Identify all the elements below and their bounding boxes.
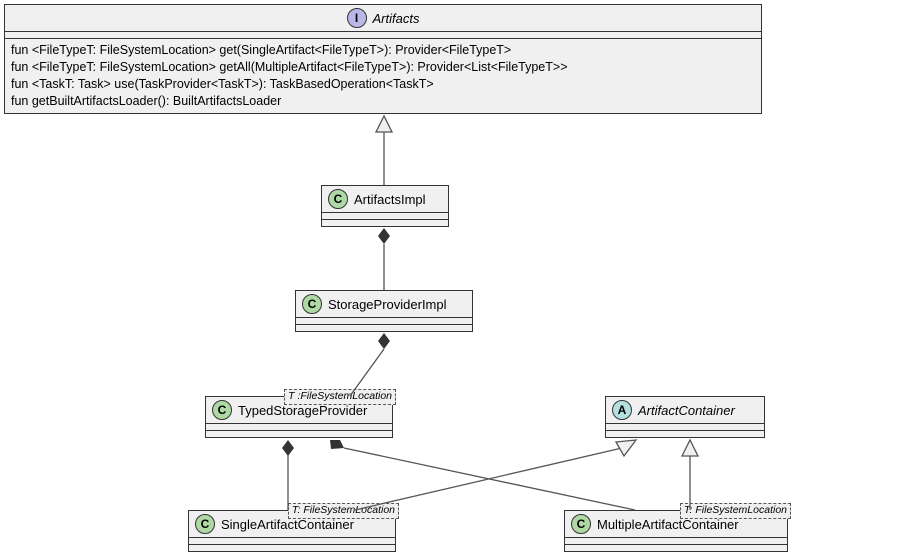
methods-list: fun <FileTypeT: FileSystemLocation> get(… [5, 39, 761, 113]
class-icon: C [195, 514, 215, 534]
class-title: MultipleArtifactContainer [597, 517, 739, 532]
class-icon: C [212, 400, 232, 420]
abstract-icon: A [612, 400, 632, 420]
interface-artifacts: I Artifacts fun <FileTypeT: FileSystemLo… [4, 4, 762, 114]
template-param: T: FileSystemLocation [288, 503, 399, 519]
class-multiple-artifact-container: T: FileSystemLocation C MultipleArtifact… [564, 510, 788, 552]
class-icon: C [571, 514, 591, 534]
class-title: Artifacts [373, 11, 420, 26]
class-single-artifact-container: T: FileSystemLocation C SingleArtifactCo… [188, 510, 396, 552]
class-icon: C [302, 294, 322, 314]
class-title: ArtifactsImpl [354, 192, 426, 207]
class-storage-provider-impl: C StorageProviderImpl [295, 290, 473, 332]
class-icon: C [328, 189, 348, 209]
class-typed-storage-provider: T :FileSystemLocation C TypedStorageProv… [205, 396, 393, 438]
class-title: StorageProviderImpl [328, 297, 447, 312]
abstract-artifact-container: A ArtifactContainer [605, 396, 765, 438]
template-param: T: FileSystemLocation [680, 503, 791, 519]
interface-icon: I [347, 8, 367, 28]
class-title: ArtifactContainer [638, 403, 735, 418]
class-artifacts-impl: C ArtifactsImpl [321, 185, 449, 227]
class-title: TypedStorageProvider [238, 403, 367, 418]
template-param: T :FileSystemLocation [284, 389, 396, 405]
class-title: SingleArtifactContainer [221, 517, 354, 532]
